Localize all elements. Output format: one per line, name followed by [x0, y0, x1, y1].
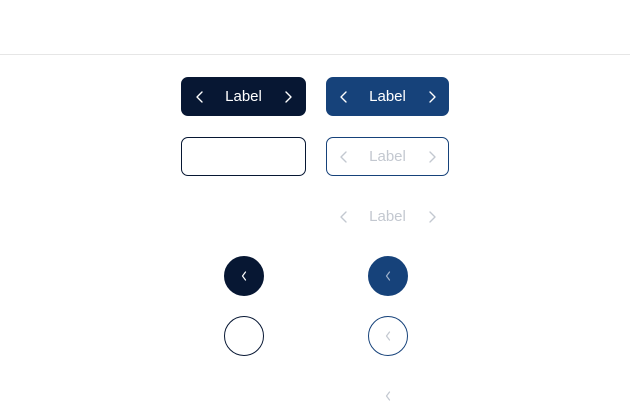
icon-button-primary-blue[interactable] — [368, 256, 408, 296]
top-divider — [0, 54, 630, 55]
label-button-outline-dark[interactable] — [181, 137, 306, 176]
label-button-outline-disabled[interactable]: Label — [326, 137, 449, 176]
chevron-left-icon — [329, 87, 359, 107]
chevron-left-icon — [185, 87, 215, 107]
chevron-left-icon — [384, 390, 392, 402]
label-button-ghost-disabled[interactable]: Label — [326, 197, 449, 236]
chevron-right-icon — [417, 147, 447, 167]
chevron-right-icon — [417, 207, 447, 227]
chevron-right-icon — [273, 87, 303, 107]
button-label: Label — [369, 148, 406, 165]
button-label: Label — [369, 88, 406, 105]
chevron-left-icon — [329, 207, 359, 227]
chevron-left-icon — [329, 147, 359, 167]
button-showcase: Label Label Label Label — [0, 0, 630, 417]
label-button-primary-dark[interactable]: Label — [181, 77, 306, 116]
icon-button-primary-dark[interactable] — [224, 256, 264, 296]
button-label: Label — [369, 208, 406, 225]
chevron-left-icon — [384, 270, 392, 282]
button-label: Label — [225, 88, 262, 105]
icon-button-outline-disabled[interactable] — [368, 316, 408, 356]
chevron-left-icon — [240, 270, 248, 282]
chevron-left-icon — [384, 330, 392, 342]
label-button-primary-blue[interactable]: Label — [326, 77, 449, 116]
icon-button-outline-dark[interactable] — [224, 316, 264, 356]
icon-button-ghost-disabled[interactable] — [368, 376, 408, 416]
chevron-right-icon — [417, 87, 447, 107]
